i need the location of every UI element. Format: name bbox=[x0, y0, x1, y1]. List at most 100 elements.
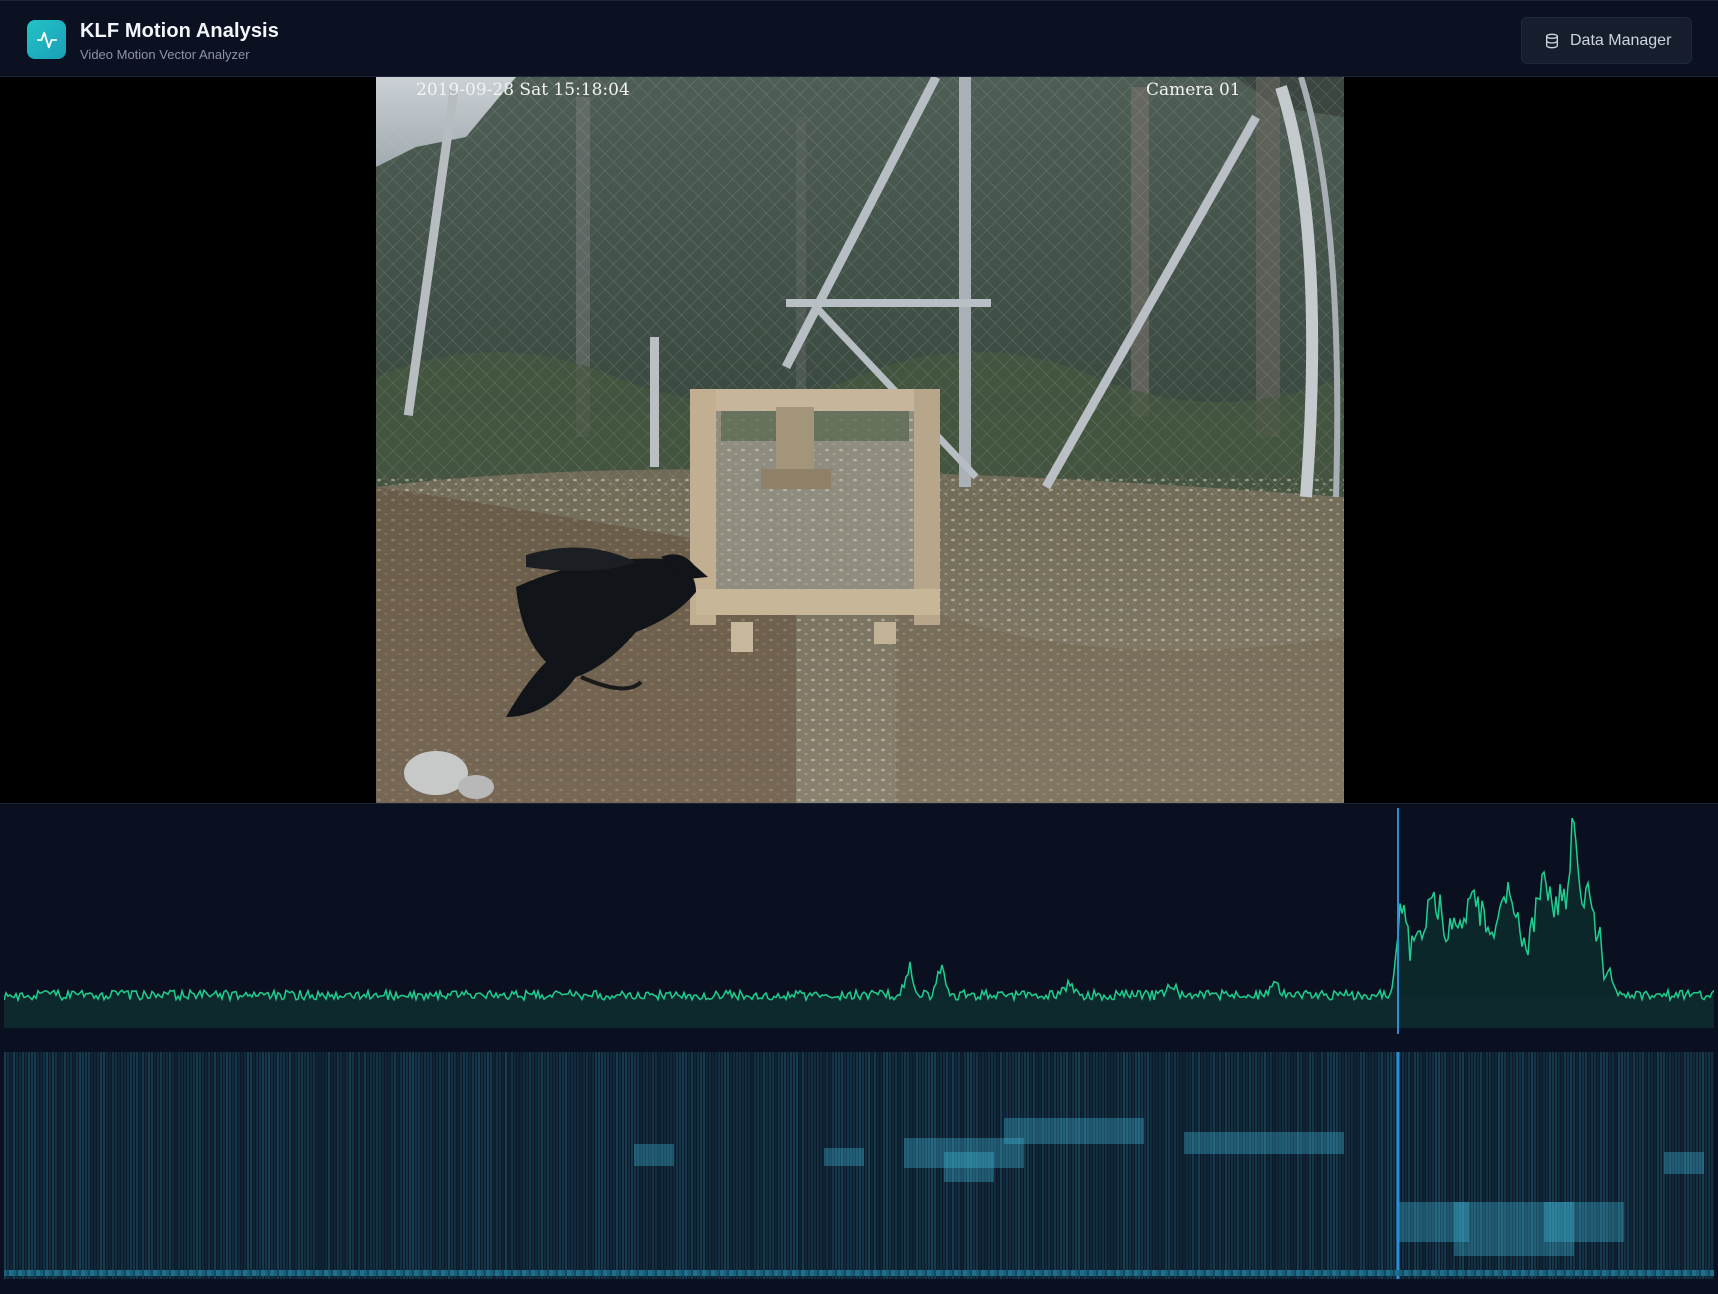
heatmap-column bbox=[619, 1052, 621, 1279]
heatmap-column bbox=[277, 1052, 279, 1279]
heatmap-column bbox=[1042, 1052, 1044, 1279]
heatmap-column bbox=[97, 1052, 99, 1279]
heatmap-column bbox=[1417, 1052, 1419, 1279]
video-stage[interactable]: 2019-09-28 Sat 15:18:04 Camera 01 bbox=[0, 77, 1718, 803]
heatmap-column bbox=[1069, 1052, 1071, 1279]
heatmap-column bbox=[220, 1052, 222, 1279]
heatmap-column bbox=[1117, 1052, 1119, 1279]
heatmap-column bbox=[820, 1052, 822, 1279]
data-manager-button[interactable]: Data Manager bbox=[1521, 17, 1692, 64]
heatmap-column bbox=[295, 1052, 297, 1279]
heatmap-column bbox=[1195, 1052, 1197, 1279]
heatmap-column bbox=[382, 1052, 384, 1279]
heatmap-column bbox=[262, 1052, 264, 1279]
heatmap-column bbox=[169, 1052, 171, 1279]
heatmap-column bbox=[244, 1052, 246, 1279]
heatmap-column bbox=[610, 1052, 612, 1279]
heatmap-column bbox=[1096, 1052, 1098, 1279]
heatmap-column bbox=[1135, 1052, 1137, 1279]
heatmap-column bbox=[88, 1052, 90, 1279]
heatmap-column bbox=[1087, 1052, 1089, 1279]
heatmap-column bbox=[781, 1052, 783, 1279]
heatmap-motion-blob bbox=[824, 1148, 864, 1166]
heatmap-column bbox=[472, 1052, 474, 1279]
heatmap-column bbox=[379, 1052, 381, 1279]
heatmap-column bbox=[574, 1052, 576, 1279]
heatmap-column bbox=[19, 1052, 21, 1279]
app-subtitle: Video Motion Vector Analyzer bbox=[80, 47, 250, 62]
heatmap-column bbox=[43, 1052, 45, 1279]
heatmap-column bbox=[1147, 1052, 1149, 1279]
database-icon bbox=[1546, 33, 1558, 48]
heatmap-column bbox=[1348, 1052, 1350, 1279]
heatmap-column bbox=[733, 1052, 735, 1279]
heatmap-column bbox=[556, 1052, 558, 1279]
heatmap-column bbox=[499, 1052, 501, 1279]
heatmap-column bbox=[175, 1052, 177, 1279]
heatmap-column bbox=[1261, 1052, 1263, 1279]
heatmap-column bbox=[1255, 1052, 1257, 1279]
heatmap-column bbox=[64, 1052, 66, 1279]
motion-magnitude-graph[interactable] bbox=[4, 808, 1714, 1034]
heatmap-column bbox=[1306, 1052, 1308, 1279]
heatmap-column bbox=[742, 1052, 744, 1279]
heatmap-column bbox=[1219, 1052, 1221, 1279]
heatmap-column bbox=[481, 1052, 483, 1279]
heatmap-column bbox=[1036, 1052, 1038, 1279]
heatmap-column bbox=[1063, 1052, 1065, 1279]
heatmap-column bbox=[1171, 1052, 1173, 1279]
heatmap-column bbox=[1228, 1052, 1230, 1279]
heatmap-column bbox=[1099, 1052, 1101, 1279]
heatmap-column bbox=[1423, 1052, 1425, 1279]
heatmap-column bbox=[34, 1052, 36, 1279]
heatmap-column bbox=[1048, 1052, 1050, 1279]
heatmap-column bbox=[1591, 1052, 1593, 1279]
heatmap-column bbox=[1186, 1052, 1188, 1279]
heatmap-column bbox=[496, 1052, 498, 1279]
heatmap-column bbox=[505, 1052, 507, 1279]
heatmap-column bbox=[577, 1052, 579, 1279]
heatmap-column bbox=[346, 1052, 348, 1279]
heatmap-column bbox=[778, 1052, 780, 1279]
heatmap-column bbox=[784, 1052, 786, 1279]
heatmap-column bbox=[754, 1052, 756, 1279]
heatmap-column bbox=[541, 1052, 543, 1279]
heatmap-column bbox=[67, 1052, 69, 1279]
heatmap-column bbox=[343, 1052, 345, 1279]
heatmap-column bbox=[91, 1052, 93, 1279]
heatmap-column bbox=[1612, 1052, 1614, 1279]
heatmap-column bbox=[289, 1052, 291, 1279]
heatmap-column bbox=[877, 1052, 879, 1279]
heatmap-column bbox=[1264, 1052, 1266, 1279]
heatmap-column bbox=[1267, 1052, 1269, 1279]
heatmap-column bbox=[1615, 1052, 1617, 1279]
motion-panel bbox=[0, 803, 1718, 1294]
heatmap-column bbox=[787, 1052, 789, 1279]
heatmap-column bbox=[550, 1052, 552, 1279]
app-header: KLF Motion Analysis Video Motion Vector … bbox=[0, 0, 1718, 77]
heatmap-column bbox=[430, 1052, 432, 1279]
heatmap-column bbox=[1144, 1052, 1146, 1279]
heatmap-column bbox=[283, 1052, 285, 1279]
heatmap-column bbox=[706, 1052, 708, 1279]
osd-timestamp: 2019-09-28 Sat 15:18:04 bbox=[416, 80, 630, 100]
heatmap-column bbox=[532, 1052, 534, 1279]
heatmap-column bbox=[1291, 1052, 1293, 1279]
motion-vector-heatmap[interactable] bbox=[4, 1052, 1714, 1279]
heatmap-column bbox=[514, 1052, 516, 1279]
heatmap-column bbox=[739, 1052, 741, 1279]
heatmap-column bbox=[238, 1052, 240, 1279]
heatmap-column bbox=[25, 1052, 27, 1279]
heatmap-column bbox=[490, 1052, 492, 1279]
video-frame[interactable]: 2019-09-28 Sat 15:18:04 Camera 01 bbox=[376, 77, 1344, 803]
heatmap-column bbox=[1594, 1052, 1596, 1279]
heatmap-column bbox=[1225, 1052, 1227, 1279]
heatmap-column bbox=[751, 1052, 753, 1279]
heatmap-column bbox=[73, 1052, 75, 1279]
heatmap-column bbox=[409, 1052, 411, 1279]
heatmap-column bbox=[811, 1052, 813, 1279]
heatmap-column bbox=[1609, 1052, 1611, 1279]
activity-pulse-icon bbox=[36, 31, 57, 48]
heatmap-column bbox=[544, 1052, 546, 1279]
heatmap-column bbox=[1198, 1052, 1200, 1279]
